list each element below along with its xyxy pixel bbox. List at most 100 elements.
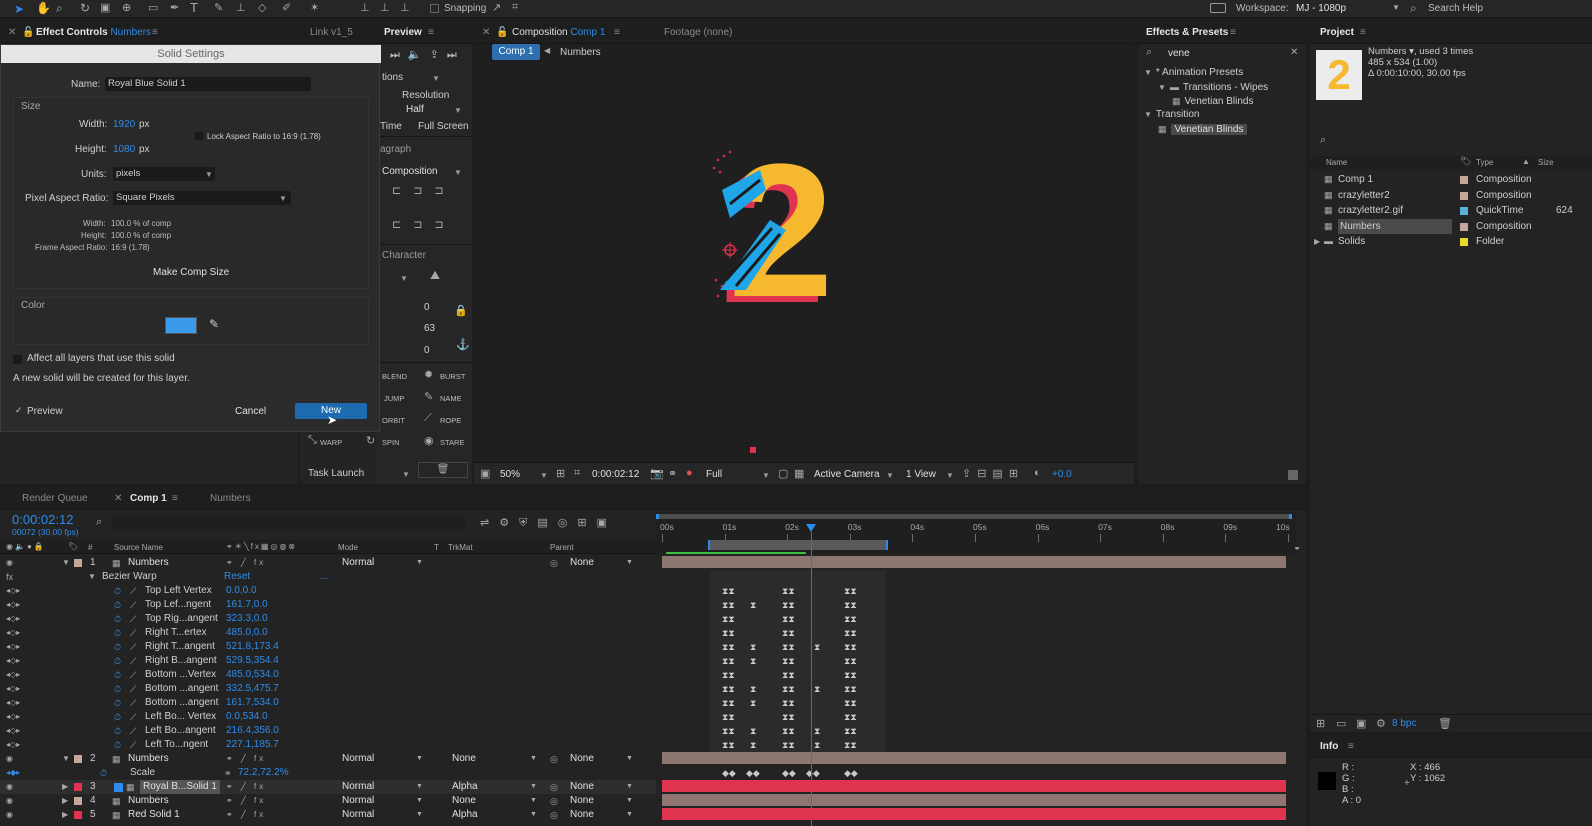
close-icon[interactable]: ✕ xyxy=(482,22,490,43)
layer-switch-icons[interactable]: ⚭ ╱ fx xyxy=(226,752,266,766)
chevron-down-icon[interactable]: ▼ xyxy=(416,780,423,794)
layer-switch-icons[interactable]: ⚭ ╱ fx xyxy=(226,808,266,822)
keyframe-icon[interactable]: ⧗⧗ xyxy=(782,724,795,738)
timeline-layer-row[interactable]: ◉ ▶ 5 ▦ Red Solid 1 ⚭ ╱ fx Normal ▼ Alpha ▼ ◎ None ▼ xyxy=(0,808,656,822)
new-folder-icon[interactable]: ▭ xyxy=(1336,717,1346,730)
disclosure-triangle-icon[interactable]: ▶ xyxy=(62,794,68,808)
chevron-down-icon[interactable]: ▼ xyxy=(626,752,633,766)
keyframe-icon[interactable]: ⧗⧗ xyxy=(782,584,795,598)
label-color-chip[interactable] xyxy=(74,755,82,763)
eraser-tool-icon[interactable]: ◇ xyxy=(258,1,266,14)
chevron-down-icon[interactable]: ▼ xyxy=(530,808,537,822)
cti-head-icon[interactable] xyxy=(806,524,816,532)
label-color-chip[interactable] xyxy=(74,559,82,567)
timeline-layer-row[interactable]: ◉ ▼ 2 ▦ Numbers ⚭ ╱ fx Normal ▼ None ▼ ◎ None ▼ xyxy=(0,752,656,766)
trash-icon[interactable]: 🗑 xyxy=(1438,717,1452,730)
label-color-chip[interactable] xyxy=(74,811,82,819)
keyframe-icon[interactable]: ⧗⧗ xyxy=(844,668,857,682)
distribute-icons[interactable]: ⊏⊐⊐ xyxy=(392,218,456,231)
keyframe-icon[interactable]: ⧗⧗ xyxy=(722,640,735,654)
pan-behind-tool-icon[interactable]: ⊕ xyxy=(122,1,131,14)
panel-menu-icon[interactable]: ≡ xyxy=(1348,736,1354,757)
keyframe-icon[interactable]: ◆◆ xyxy=(782,766,796,780)
stopwatch-icon[interactable]: ⏱ xyxy=(114,612,121,626)
anchor-icon[interactable]: ⚓ xyxy=(456,338,470,351)
disclosure-triangle-icon[interactable]: ▼ xyxy=(88,570,96,584)
keyframe-icon[interactable]: ⧗⧗ xyxy=(722,682,735,696)
play-controls[interactable]: ⏭🔈⇪⏭ xyxy=(390,48,465,62)
preview-checkbox[interactable]: ✓ xyxy=(15,405,23,416)
tab-composition[interactable]: Composition Comp 1 xyxy=(512,22,605,43)
always-preview-icon[interactable]: ▣ xyxy=(480,467,490,480)
layer-name[interactable]: Numbers xyxy=(128,752,169,766)
keyframe-icon[interactable]: ⧗⧗ xyxy=(722,710,735,724)
keyframe-icon[interactable]: ⧗⧗ xyxy=(782,626,795,640)
keyframe-navigator-icon[interactable]: ◂◇▸ xyxy=(6,640,20,654)
resolution-select[interactable]: Half xyxy=(406,104,424,115)
mode-select[interactable]: Normal xyxy=(342,556,374,570)
keyframe-navigator-icon[interactable]: ◂◇▸ xyxy=(6,626,20,640)
graph-icon[interactable]: ⟋ xyxy=(130,668,136,682)
col-mode[interactable]: Mode xyxy=(338,543,358,552)
project-list-item[interactable]: ▦ crazyletter2 Composition xyxy=(1310,188,1592,203)
keyframe-icon[interactable]: ⧗⧗ xyxy=(844,626,857,640)
camera-select[interactable]: Active Camera xyxy=(814,469,880,480)
parent-select[interactable]: None xyxy=(570,556,594,570)
bezier-handle-marker[interactable] xyxy=(750,447,756,453)
col-t[interactable]: T xyxy=(434,543,439,552)
mode-select[interactable]: Normal xyxy=(342,752,374,766)
layer-switch-icons[interactable]: ⚭ ╱ fx xyxy=(226,556,266,570)
search-icon[interactable]: ⌕ xyxy=(1320,134,1326,147)
project-list-item[interactable]: ▦ Numbers Composition xyxy=(1310,218,1592,234)
property-value[interactable]: 72.2,72.2% xyxy=(238,766,289,780)
cancel-button[interactable]: Cancel xyxy=(235,406,266,417)
stopwatch-icon[interactable]: ⏱ xyxy=(114,598,121,612)
close-icon[interactable]: ✕ xyxy=(8,22,16,43)
graph-icon[interactable]: ⟋ xyxy=(130,598,136,612)
graph-icon[interactable]: ⟋ xyxy=(130,710,136,724)
property-row[interactable]: ◂◇▸ ⏱ ⟋ Top Rig...angent 323.3,0.0 xyxy=(0,612,656,626)
property-value[interactable]: 529.5,354.4 xyxy=(226,654,279,668)
label-color-chip[interactable] xyxy=(1460,191,1468,200)
close-icon[interactable]: ✕ xyxy=(114,488,122,509)
keyframe-navigator-icon[interactable]: ◂◇▸ xyxy=(6,724,20,738)
label-color-chip[interactable] xyxy=(74,797,82,805)
parent-select[interactable]: None xyxy=(570,808,594,822)
snapshot-icon[interactable]: 📷 xyxy=(650,467,664,480)
clone-stamp-tool-icon[interactable]: ⊥ xyxy=(236,1,246,14)
property-row[interactable]: ◂◇▸ ⏱ ⟋ Top Lef...ngent 161.7,0.0 xyxy=(0,598,656,612)
keyframe-icon[interactable]: ⧗ xyxy=(750,598,756,612)
tab-character[interactable]: Character xyxy=(382,250,426,261)
keyframe-icon[interactable]: ⧗⧗ xyxy=(722,668,735,682)
preset-name[interactable]: NAME xyxy=(440,394,462,403)
keyframe-icon[interactable]: ⧗ xyxy=(750,696,756,710)
width-input[interactable]: 1920 xyxy=(113,119,135,130)
keyframe-icon[interactable]: ⧗ xyxy=(750,682,756,696)
chevron-down-icon[interactable]: ▼ xyxy=(530,780,537,794)
graph-icon[interactable]: ⟋ xyxy=(130,696,136,710)
name-input[interactable]: Royal Blue Solid 1 xyxy=(105,77,311,91)
keyframe-icon[interactable]: ⧗⧗ xyxy=(722,626,735,640)
align-composition-select[interactable]: Composition xyxy=(382,166,438,177)
project-list-item[interactable]: ▦ Comp 1 Composition xyxy=(1310,172,1592,187)
keyframe-icon[interactable]: ⧗⧗ xyxy=(722,654,735,668)
exposure-icon[interactable]: ◐ xyxy=(1034,467,1041,479)
label-color-chip[interactable] xyxy=(1460,176,1468,184)
tab-render-queue[interactable]: Render Queue xyxy=(22,488,88,509)
keyframe-icon[interactable]: ⧗ xyxy=(814,738,820,752)
keyframe-icon[interactable]: ◆◆ xyxy=(722,766,736,780)
layer-name[interactable]: Numbers xyxy=(128,556,169,570)
search-help-input[interactable]: Search Help xyxy=(1428,3,1483,14)
exposure-value[interactable]: +0.0 xyxy=(1052,469,1072,480)
graph-icon[interactable]: ⟋ xyxy=(130,612,136,626)
chevron-down-icon[interactable]: ▼ xyxy=(454,168,462,177)
make-comp-size-button[interactable]: Make Comp Size xyxy=(153,267,229,278)
keyboard-icon[interactable] xyxy=(1210,3,1226,13)
timeline-layer-row[interactable]: ◉ ▼ 1 ▦ Numbers ⚭ ╱ fx Normal ▼ ◎ None ▼ xyxy=(0,556,656,570)
property-row[interactable]: ◂◇▸ ⏱ ⟋ Left Bo... Vertex 0.0,534.0 xyxy=(0,710,656,724)
snap-option-icon[interactable]: ↗ xyxy=(492,1,501,14)
stopwatch-icon[interactable]: ⏱ xyxy=(114,640,121,654)
stopwatch-icon[interactable]: ⏱ xyxy=(114,682,121,696)
mode-select[interactable]: Normal xyxy=(342,808,374,822)
keyframe-navigator-icon[interactable]: ◂◇▸ xyxy=(6,682,20,696)
